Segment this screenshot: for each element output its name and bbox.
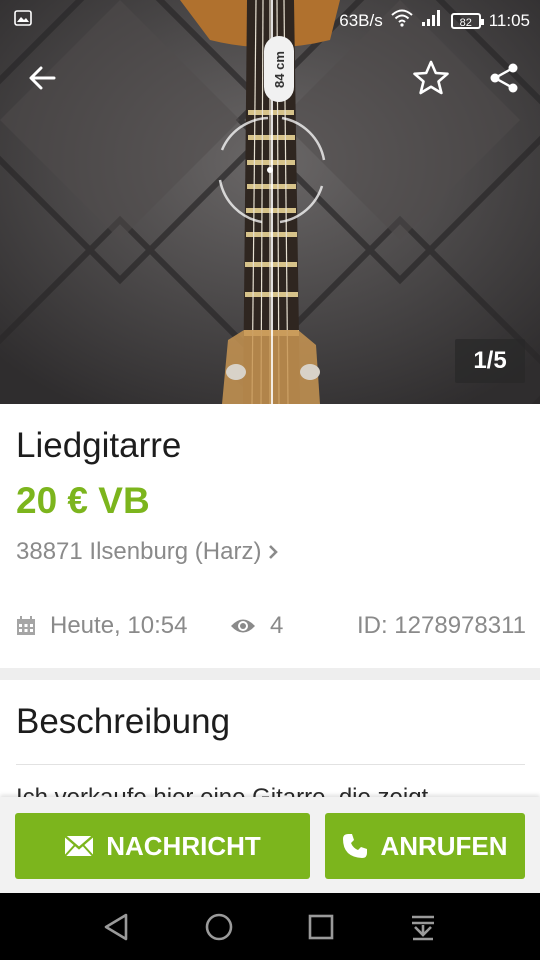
- signal-icon: [421, 9, 443, 32]
- views-info: 4: [230, 612, 283, 640]
- location-link[interactable]: 38871 Ilsenburg (Harz): [16, 538, 279, 566]
- calendar-icon: [17, 616, 35, 635]
- back-button[interactable]: [22, 58, 62, 98]
- pull-down-icon: [412, 915, 434, 941]
- net-speed: 63B/s: [339, 10, 383, 30]
- favorite-button[interactable]: [411, 58, 451, 98]
- chevron-right-icon: [269, 545, 279, 559]
- ad-id: ID: 1278978311: [356, 612, 526, 639]
- description-divider: [16, 764, 525, 765]
- photo-counter: 1/5: [455, 339, 525, 383]
- call-button[interactable]: ANRUFEN: [325, 813, 525, 879]
- battery-level: 82: [459, 16, 472, 29]
- listing-meta: Heute, 10:54 4 ID: 1278978311: [16, 612, 526, 648]
- share-icon: [490, 63, 518, 93]
- section-divider: [0, 668, 540, 680]
- envelope-icon: [64, 835, 94, 857]
- square-recents-icon: [308, 914, 334, 940]
- clock: 11:05: [488, 10, 530, 30]
- image-notification-icon: [14, 10, 32, 31]
- share-button[interactable]: [484, 58, 524, 98]
- battery-icon: 82: [450, 12, 484, 29]
- listing-price: 20 € VB: [16, 480, 150, 521]
- listing-title: Liedgitarre: [16, 426, 182, 465]
- listing-photo[interactable]: 84 cm 63B/s 82 11:05 1/5: [0, 0, 540, 404]
- date-text: Heute, 10:54: [50, 612, 188, 639]
- listing-details: Liedgitarre 20 € VB 38871 Ilsenburg (Har…: [0, 404, 540, 668]
- phone-icon: [343, 834, 368, 858]
- wifi-icon: [391, 9, 413, 32]
- measure-label-text: 84 cm: [271, 50, 287, 88]
- arrow-left-icon: [29, 66, 56, 90]
- call-button-label: ANRUFEN: [380, 830, 508, 861]
- nav-back-button[interactable]: [98, 909, 134, 945]
- location-text: 38871 Ilsenburg (Harz): [16, 538, 262, 565]
- status-bar: 63B/s 82 11:05: [0, 0, 540, 38]
- circle-home-icon: [205, 913, 233, 941]
- measure-label: 84 cm: [264, 36, 294, 102]
- description-section: Beschreibung Ich verkaufe hier eine Gita…: [0, 680, 540, 810]
- description-heading: Beschreibung: [16, 702, 231, 741]
- date-info: Heute, 10:54: [16, 612, 187, 640]
- message-button-label: NACHRICHT: [106, 830, 261, 861]
- contact-action-bar: NACHRICHT ANRUFEN: [0, 797, 540, 893]
- nav-notifications-button[interactable]: [405, 909, 441, 945]
- message-button[interactable]: NACHRICHT: [15, 813, 310, 879]
- views-count: 4: [270, 612, 284, 639]
- eye-icon: [231, 619, 255, 633]
- star-icon: [413, 60, 449, 95]
- nav-home-button[interactable]: [201, 909, 237, 945]
- triangle-back-icon: [104, 913, 128, 941]
- nav-recents-button[interactable]: [303, 909, 339, 945]
- system-nav-bar: [0, 893, 540, 960]
